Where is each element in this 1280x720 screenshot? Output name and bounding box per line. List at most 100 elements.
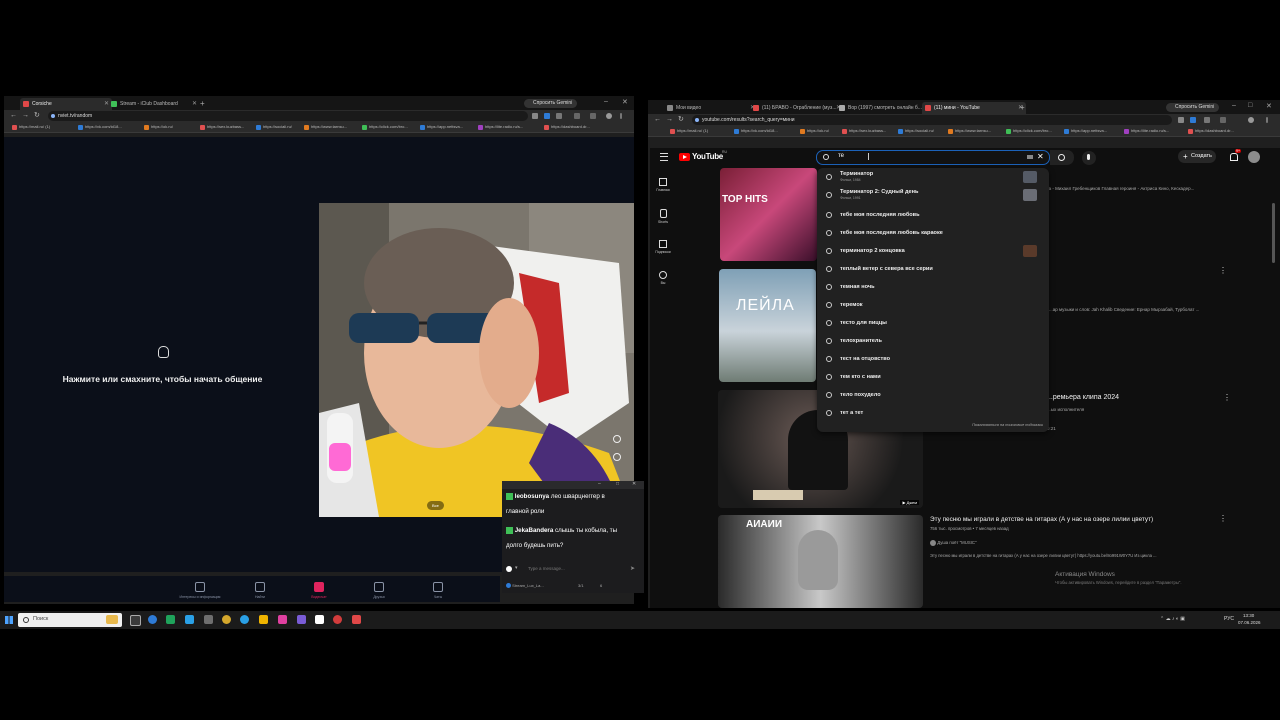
extension-icon[interactable] [532, 113, 538, 119]
profile-icon[interactable] [1248, 117, 1254, 123]
clock-time[interactable]: 13:30 [1243, 613, 1254, 618]
bookmark[interactable]: https://click.com/bro... [362, 123, 408, 131]
forward-icon[interactable]: → [666, 115, 673, 125]
bookmark[interactable]: https://lite.radio.ru/s... [1124, 127, 1169, 135]
close-icon[interactable]: ✕ [632, 481, 636, 487]
suggestion-item[interactable]: Терминатор Фильм, 1984 [817, 168, 1049, 186]
close-window-icon[interactable]: ✕ [1266, 102, 1272, 110]
app-icon[interactable] [204, 615, 213, 624]
close-window-icon[interactable]: ✕ [622, 98, 628, 106]
chat-username[interactable]: leobosunya [515, 493, 549, 500]
bookmark[interactable]: https://vk.com/id18... [78, 123, 122, 131]
extension-icon[interactable] [1190, 117, 1196, 123]
new-tab-icon[interactable]: + [1020, 102, 1025, 114]
menu-icon[interactable] [620, 113, 622, 119]
video-thumbnail[interactable]: ЛЕЙЛА [719, 269, 816, 382]
refresh-icon[interactable] [613, 435, 621, 443]
bookmark[interactable]: https://mail.ru/ (1) [12, 123, 50, 131]
sidebar-item-you[interactable]: Вы [654, 271, 672, 285]
more-options-icon[interactable]: ⋮ [1223, 393, 1231, 402]
bookmark[interactable]: https://lite.radio.ru/s... [478, 123, 523, 131]
chrome-icon[interactable] [222, 615, 231, 624]
start-chat-prompt[interactable]: Нажмите или смахните, чтобы начать общен… [40, 374, 285, 384]
bookmark[interactable]: https://sociali.ru/ [898, 127, 934, 135]
extension-icon[interactable] [1178, 117, 1184, 123]
send-icon[interactable]: ➤ [630, 565, 635, 572]
edge-icon[interactable] [148, 615, 157, 624]
telegram-icon[interactable] [240, 615, 249, 624]
dropdown-icon[interactable]: ▾ [515, 565, 518, 571]
nav-interests[interactable]: Интересы и информация [170, 582, 230, 599]
page-scrollbar[interactable] [1272, 203, 1275, 263]
video-thumbnail[interactable]: АИАИИ [718, 515, 923, 608]
extension-icon[interactable] [574, 113, 580, 119]
bookmark[interactable]: https://app.nettsva... [420, 123, 463, 131]
bookmark[interactable]: https://sociali.ru/ [256, 123, 292, 131]
nav-find[interactable]: Найти [230, 582, 290, 599]
app-icon[interactable] [278, 615, 287, 624]
app-icon[interactable] [352, 615, 361, 624]
left-tab-2[interactable]: Stream - iClub Dashboard ✕ [108, 98, 200, 110]
app-icon[interactable] [185, 615, 194, 624]
nav-videochat[interactable]: Видеочат [289, 582, 349, 599]
video-title[interactable]: Эту песню мы играли в детстве на гитарах… [930, 516, 1220, 523]
download-icon[interactable] [590, 113, 596, 119]
taskbar-search[interactable]: Поиск [18, 613, 122, 627]
right-tab-4[interactable]: (11) мини - YouTube ✕ [922, 102, 1026, 114]
more-options-icon[interactable]: ⋮ [1219, 266, 1227, 275]
bookmark[interactable]: https://dashboard.dr... [544, 123, 590, 131]
close-icon[interactable]: ✕ [192, 98, 197, 110]
clear-search-icon[interactable]: ✕ [1037, 152, 1044, 161]
url-input[interactable]: youtube.com/results?search_query=мини [692, 115, 1172, 125]
left-tab-1[interactable]: Corsiche ✕ [20, 98, 112, 110]
suggestion-item[interactable]: терминатор 2 концовка [817, 242, 1049, 260]
bookmark[interactable]: https://sex.kuzbass... [200, 123, 244, 131]
chat-input[interactable]: Type a message... [528, 566, 565, 571]
suggestion-item[interactable]: тет а тет [817, 404, 1049, 422]
file-explorer-icon[interactable] [259, 615, 268, 624]
right-tab-1[interactable]: Мои видео ✕ [664, 102, 758, 114]
nav-friends[interactable]: Друзья [349, 582, 409, 599]
bookmark[interactable]: https://ok.ru/ [800, 127, 829, 135]
suggestion-item[interactable]: телохранитель [817, 332, 1049, 350]
suggestion-item[interactable]: тело похудело [817, 386, 1049, 404]
sidebar-item-subscriptions[interactable]: Подписки [654, 240, 672, 254]
notifications-button[interactable]: 9+ [1230, 149, 1241, 161]
suggestion-item[interactable]: тест на отцовство [817, 350, 1049, 368]
right-tab-3[interactable]: Вор (1997) смотреть онлайн б... ✕ [836, 102, 930, 114]
back-icon[interactable]: ← [10, 111, 17, 121]
new-tab-icon[interactable]: + [200, 98, 205, 110]
settings-icon[interactable] [613, 453, 621, 461]
hamburger-menu-icon[interactable] [660, 153, 668, 161]
video-title[interactable]: ...ремьера клипа 2024 [1047, 394, 1119, 401]
video-thumbnail[interactable]: TOP HITS [720, 168, 817, 261]
suggestion-item[interactable]: Терминатор 2: Судный день Фильм, 1991 [817, 186, 1049, 204]
maximize-icon[interactable]: □ [1248, 102, 1252, 109]
extension-icon[interactable] [1220, 117, 1226, 123]
app-icon[interactable] [315, 615, 324, 624]
minimize-icon[interactable]: – [604, 98, 608, 105]
minimize-icon[interactable]: – [1232, 102, 1236, 109]
forward-icon[interactable]: → [22, 111, 29, 121]
suggestion-item[interactable]: тесто для пиццы [817, 314, 1049, 332]
bookmark[interactable]: https://www.tarnsu... [304, 123, 347, 131]
bookmark[interactable]: https://vk.com/id18... [734, 127, 778, 135]
chat-username[interactable]: JekaBandera [515, 527, 554, 534]
app-icon[interactable] [297, 615, 306, 624]
report-suggestions-link[interactable]: Пожаловаться на поисковые подсказки [972, 423, 1043, 427]
clock-date[interactable]: 07.06.2026 [1238, 620, 1261, 625]
bookmark[interactable]: https://sex.kuzbass... [842, 127, 886, 135]
channel-name[interactable]: Stream_Lux_La... [512, 583, 544, 588]
tray-icons[interactable]: ⌃ ☁ ♪ ◐ ▣ [1160, 616, 1185, 622]
suggestion-item[interactable]: тем кто с нами [817, 368, 1049, 386]
bookmark[interactable]: https://mail.ru/ (1) [670, 127, 708, 135]
right-tab-2[interactable]: (11) БРАВО - Ограбление (муз... ✕ [750, 102, 844, 114]
steam-icon[interactable] [166, 615, 175, 624]
task-view-icon[interactable] [130, 615, 141, 626]
language-indicator[interactable]: РУС [1224, 616, 1234, 622]
suggestion-item[interactable]: теремок [817, 296, 1049, 314]
search-box[interactable]: те ✕ [816, 150, 1050, 165]
voice-search-button[interactable] [1082, 151, 1096, 165]
keyboard-icon[interactable] [1027, 155, 1033, 159]
star-icon[interactable] [1204, 117, 1210, 123]
